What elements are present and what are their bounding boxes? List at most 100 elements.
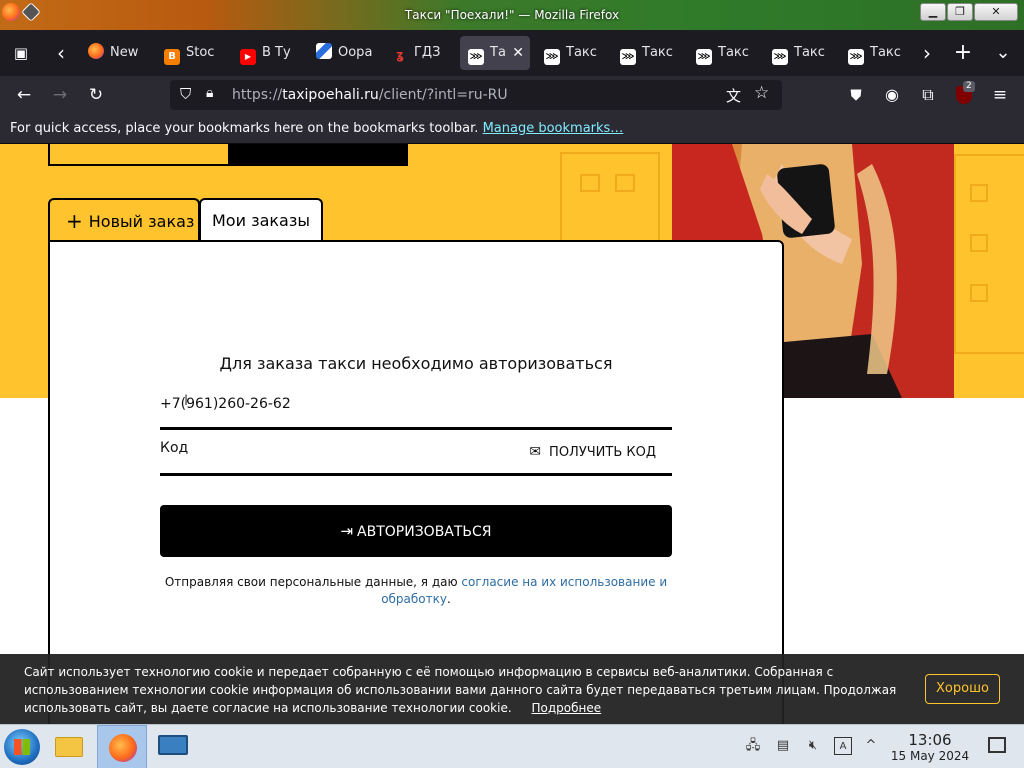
- consent-end: .: [446, 592, 451, 606]
- tab-scroll-left-button[interactable]: ‹: [46, 38, 76, 68]
- close-tab-icon[interactable]: ✕: [512, 36, 524, 70]
- close-window-button[interactable]: ✕: [974, 3, 1018, 21]
- extensions-icon[interactable]: ⧉: [914, 81, 942, 109]
- tab-wave[interactable]: Оора: [308, 36, 376, 70]
- keyboard-layout-icon[interactable]: A: [834, 737, 852, 755]
- url-text[interactable]: https://taxipoehali.ru/client/?intl=ru-R…: [232, 87, 508, 103]
- plus-icon: +: [66, 209, 83, 233]
- get-code-label: ПОЛУЧИТЬ КОД: [549, 445, 656, 460]
- cookie-banner: Сайт использует технологию cookie и пере…: [0, 654, 1024, 724]
- auth-panel: Для заказа такси необходимо авторизовать…: [48, 240, 784, 724]
- phone-value[interactable]: +7(961)260-26-62: [160, 396, 291, 412]
- start-button[interactable]: [4, 729, 40, 765]
- tab-taxi[interactable]: ⋙ Такс: [764, 36, 832, 70]
- building-outline: [954, 154, 1024, 354]
- file-manager-taskbar-icon[interactable]: [52, 731, 86, 763]
- new-tab-button[interactable]: +: [948, 38, 978, 68]
- monitor-icon: [158, 735, 188, 755]
- lock-icon[interactable]: 🔒︎: [206, 85, 213, 101]
- tracking-shield-icon[interactable]: ⛉: [180, 85, 191, 103]
- account-icon[interactable]: ◉: [878, 81, 906, 109]
- back-button[interactable]: ←: [10, 81, 38, 109]
- ublock-icon[interactable]: 2: [950, 81, 978, 109]
- menu-hamburger-icon[interactable]: ≡: [986, 81, 1014, 109]
- show-desktop-button[interactable]: [988, 737, 1006, 753]
- extension-badge: 2: [963, 81, 975, 92]
- consent-text: Отправляя свои персональные данные, я да…: [160, 574, 672, 608]
- taxi-icon: ⋙: [468, 49, 484, 65]
- bookmarks-toolbar: For quick access, place your bookmarks h…: [0, 114, 1024, 144]
- clipboard-icon[interactable]: ▤: [774, 737, 792, 755]
- cookie-more-link[interactable]: Подробнее: [531, 701, 601, 715]
- url-path: /client/?intl=ru-RU: [378, 87, 508, 103]
- tab-label: Оора: [338, 45, 373, 60]
- tab-gdz[interactable]: ʓ ГДЗ: [384, 36, 452, 70]
- get-code-button[interactable]: ✉ ПОЛУЧИТЬ КОД: [529, 444, 656, 460]
- tab-taxi[interactable]: ⋙ Такс: [688, 36, 756, 70]
- firefox-taskbar-button[interactable]: [97, 725, 147, 768]
- tab-label: Такс: [794, 45, 825, 60]
- phone-field[interactable]: +7(961)260-26-62 Ι: [160, 388, 672, 430]
- wave-icon: [316, 43, 332, 59]
- taxi-icon: ⋙: [544, 49, 560, 65]
- tab-label: Такс: [870, 45, 901, 60]
- translate-icon[interactable]: 文: [726, 85, 741, 106]
- building-outline: [970, 184, 988, 202]
- tab-scroll-right-button[interactable]: ›: [912, 38, 942, 68]
- forward-button[interactable]: →: [46, 81, 74, 109]
- clock-date: 15 May 2024: [890, 749, 970, 763]
- text-cursor-icon: Ι: [184, 393, 189, 409]
- firefox-view-icon[interactable]: ▣: [6, 38, 36, 68]
- tab-label: В Ту: [262, 45, 291, 60]
- bookmark-star-icon[interactable]: ☆: [754, 83, 769, 103]
- code-field[interactable]: Код ✉ ПОЛУЧИТЬ КОД: [160, 432, 672, 476]
- tab-blogger[interactable]: B Stoc: [156, 36, 224, 70]
- tab-youtube[interactable]: ▶ В Ту: [232, 36, 300, 70]
- sign-in-icon: ⇥: [340, 522, 354, 540]
- cookie-message: Сайт использует технологию cookie и пере…: [24, 665, 897, 715]
- taxi-icon: ⋙: [848, 49, 864, 65]
- folder-icon: [55, 737, 83, 757]
- tab-label: Такс: [642, 45, 673, 60]
- window-title: Такси "Поехали!" — Mozilla Firefox: [404, 8, 620, 22]
- tab-new-order[interactable]: + Новый заказ: [48, 198, 200, 242]
- tab-taxi[interactable]: ⋙ Такс: [840, 36, 908, 70]
- network-icon[interactable]: 🖧︎: [744, 737, 762, 755]
- minimize-button[interactable]: ▁: [920, 3, 946, 21]
- tab-label: ГДЗ: [414, 45, 441, 60]
- windows-logo-icon: [14, 739, 30, 755]
- in-app-button[interactable]: [48, 144, 230, 166]
- clock[interactable]: 13:06 15 May 2024: [884, 731, 976, 764]
- volume-muted-icon[interactable]: 🔇︎: [804, 737, 822, 755]
- manage-bookmarks-link[interactable]: Manage bookmarks…: [483, 121, 624, 136]
- tab-label: New: [110, 45, 139, 60]
- firefox-icon: [109, 734, 137, 762]
- tab-taxi[interactable]: ⋙ Такс: [536, 36, 604, 70]
- chevron-up-icon[interactable]: ^: [862, 737, 880, 755]
- remote-desktop-taskbar-icon[interactable]: [156, 733, 190, 761]
- taxi-icon: ⋙: [696, 49, 712, 65]
- on-site-button[interactable]: [228, 144, 408, 166]
- building-outline: [615, 174, 635, 192]
- clock-time: 13:06: [908, 731, 952, 749]
- reload-button[interactable]: ↻: [82, 81, 110, 109]
- navigation-toolbar: ← → ↻ ⛉ 🔒︎ https://taxipoehali.ru/client…: [0, 76, 1024, 114]
- tab-taxi-active[interactable]: ⋙ Та ✕: [460, 36, 530, 70]
- gdz-icon: ʓ: [396, 48, 404, 62]
- tab-taxi[interactable]: ⋙ Такс: [612, 36, 680, 70]
- tab-label: Та: [490, 45, 506, 60]
- url-prefix: https://: [232, 87, 283, 103]
- cookie-text: Сайт использует технологию cookie и пере…: [24, 663, 914, 717]
- code-placeholder[interactable]: Код: [160, 440, 188, 456]
- url-bar[interactable]: ⛉ 🔒︎ https://taxipoehali.ru/client/?intl…: [170, 80, 782, 110]
- tab-my-orders[interactable]: Мои заказы: [199, 198, 323, 244]
- tab-new-order-label: Новый заказ: [88, 212, 195, 231]
- tab-firefox[interactable]: New: [80, 36, 148, 70]
- authorize-button[interactable]: ⇥ АВТОРИЗОВАТЬСЯ: [160, 505, 672, 557]
- restore-button[interactable]: ❐: [947, 3, 973, 21]
- pocket-icon[interactable]: ⛊: [842, 81, 870, 109]
- building-outline: [970, 234, 988, 252]
- taxi-icon: ⋙: [772, 49, 788, 65]
- cookie-ok-button[interactable]: Хорошо: [925, 674, 1000, 704]
- list-all-tabs-button[interactable]: ⌄: [988, 38, 1018, 68]
